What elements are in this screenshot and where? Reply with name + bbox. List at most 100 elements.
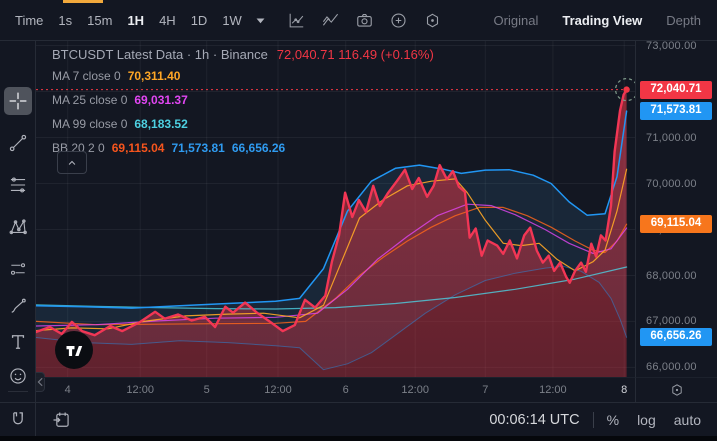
tool-crosshair[interactable] (4, 87, 32, 115)
price-tick: 68,000.00 (646, 269, 697, 282)
indicator-value: 71,573.81 (171, 141, 225, 155)
bottom-divider (592, 411, 594, 428)
camera-button[interactable] (352, 7, 378, 33)
xabcd-pattern-icon (8, 217, 28, 237)
price-axis[interactable]: 73,000.0072,000.0071,000.0070,000.0069,0… (635, 39, 717, 377)
chevron-up-icon (65, 156, 79, 170)
interval-group: Time 1s 15m 1H 4H 1D 1W (8, 9, 249, 32)
indicator-row[interactable]: BB 20 2 0 69,115.04 71,573.81 66,656.26 (52, 136, 472, 160)
time-tick: 7 (482, 384, 489, 396)
tab-original[interactable]: Original (494, 13, 539, 28)
indicator-row[interactable]: MA 25 close 0 69,031.37 (52, 88, 472, 112)
auto-scale-button[interactable]: auto (674, 412, 701, 428)
tool-long-position[interactable] (4, 255, 32, 283)
last-price-readout: 72,040.71 116.49 (+0.16%) (276, 47, 434, 62)
plus-circle-button[interactable] (386, 7, 412, 33)
long-position-icon (8, 259, 28, 279)
symbol-title: BTCUSDT Latest Data · 1h · Binance (52, 47, 268, 62)
line-chart-button[interactable] (284, 7, 310, 33)
tool-horizontal-lines[interactable] (4, 171, 32, 199)
indicator-label: MA 99 close 0 (52, 117, 128, 131)
last-point-marker (623, 86, 630, 93)
tab-depth[interactable]: Depth (666, 13, 701, 28)
indicator-value: 66,656.26 (231, 141, 286, 155)
tool-brush[interactable] (4, 292, 32, 320)
price-badge: 72,040.71 (640, 80, 712, 99)
price-tick: 70,000.00 (646, 177, 697, 190)
time-tick: 4 (64, 384, 71, 396)
log-scale-button[interactable]: log (637, 412, 656, 428)
price-badge: 66,656.26 (640, 328, 712, 347)
time-tick: 12:00 (264, 384, 292, 396)
interval-menu-caret-icon[interactable] (251, 11, 270, 30)
time-tick: 12:00 (401, 384, 429, 396)
top-accent-bar (63, 0, 103, 3)
interval-1h[interactable]: 1H (120, 9, 151, 32)
crosshair-icon (8, 91, 28, 111)
indicator-value: 68,183.52 (134, 117, 188, 131)
indicator-value: 70,311.40 (127, 69, 181, 83)
percent-scale-button[interactable]: % (607, 412, 619, 428)
tv-logo-icon (62, 338, 86, 362)
indicator-row[interactable]: MA 99 close 0 68,183.52 (52, 112, 472, 136)
price-chart[interactable]: BTCUSDT Latest Data · 1h · Binance 72,04… (36, 41, 635, 392)
magnet-icon (8, 410, 28, 430)
hexagon-dot-button[interactable] (420, 7, 446, 33)
scale-buttons: % log auto (607, 412, 717, 428)
text-icon (8, 332, 28, 352)
clock[interactable]: 00:06:14 UTC (489, 412, 579, 428)
toolbar-icon-group (284, 7, 446, 33)
brush-icon (8, 296, 28, 316)
interval-1s[interactable]: 1s (51, 9, 79, 32)
top-toolbar: Time 1s 15m 1H 4H 1D 1W Original Trading View De… (0, 0, 717, 41)
indicator-value: 69,031.37 (134, 93, 188, 107)
indicator-value: 69,115.04 (111, 141, 165, 155)
tool-emoji[interactable] (4, 362, 32, 390)
indicator-label: MA 7 close 0 (52, 69, 121, 83)
line-chart-icon (287, 11, 306, 30)
interval-1d[interactable]: 1D (184, 9, 215, 32)
emoji-icon (8, 366, 28, 386)
time-tick: 6 (342, 384, 349, 396)
interval-15m[interactable]: 15m (80, 9, 119, 32)
indicator-row[interactable]: MA 7 close 0 70,311.40 (52, 64, 472, 88)
goto-date-icon (51, 410, 71, 430)
time-tick: 12:00 (126, 384, 154, 396)
magnet-cell (0, 403, 36, 436)
interval-4h[interactable]: 4H (152, 9, 183, 32)
indicator-label: MA 25 close 0 (52, 93, 128, 107)
price-badge: 71,573.81 (640, 102, 712, 121)
time-tick: 12:00 (539, 384, 567, 396)
tool-trend-line[interactable] (4, 129, 32, 157)
tab-trading-view[interactable]: Trading View (562, 13, 642, 28)
hexagon-dot-icon (423, 11, 442, 30)
tool-magnet[interactable] (4, 406, 32, 434)
interval-time[interactable]: Time (8, 9, 50, 32)
tradingview-chart-app: Time 1s 15m 1H 4H 1D 1W Original Trading View De… (0, 0, 717, 441)
time-tick: 5 (203, 384, 210, 396)
axis-settings-corner[interactable] (635, 377, 717, 402)
symbol-title-row[interactable]: BTCUSDT Latest Data · 1h · Binance 72,04… (52, 47, 472, 62)
chart-legend: BTCUSDT Latest Data · 1h · Binance 72,04… (52, 47, 472, 174)
tradingview-logo[interactable] (55, 331, 93, 369)
hexagon-dot-icon (669, 382, 685, 398)
time-axis[interactable]: 4 12:00 5 12:00 6 12:00 7 12:00 8 (36, 377, 635, 402)
legend-rows: MA 7 close 0 70,311.40 MA 25 close 0 69,031… (52, 64, 472, 160)
interval-1w[interactable]: 1W (215, 9, 249, 32)
tool-xabcd-pattern[interactable] (4, 213, 32, 241)
price-tick: 71,000.00 (646, 131, 697, 144)
plus-circle-icon (389, 11, 408, 30)
tool-text[interactable] (4, 328, 32, 356)
price-tick: 73,000.00 (646, 39, 697, 52)
area-chart-button[interactable] (318, 7, 344, 33)
bottom-strip (0, 436, 717, 441)
horizontal-lines-icon (8, 175, 28, 195)
bottom-toolbar: 00:06:14 UTC % log auto (0, 402, 717, 436)
trend-line-icon (8, 133, 28, 153)
price-tick: 67,000.00 (646, 315, 697, 328)
area-chart-icon (321, 11, 340, 30)
legend-collapse-button[interactable] (57, 151, 87, 174)
view-tabs: Original Trading View Depth (494, 13, 717, 28)
go-to-date-button[interactable] (51, 410, 71, 430)
camera-icon (355, 11, 374, 30)
